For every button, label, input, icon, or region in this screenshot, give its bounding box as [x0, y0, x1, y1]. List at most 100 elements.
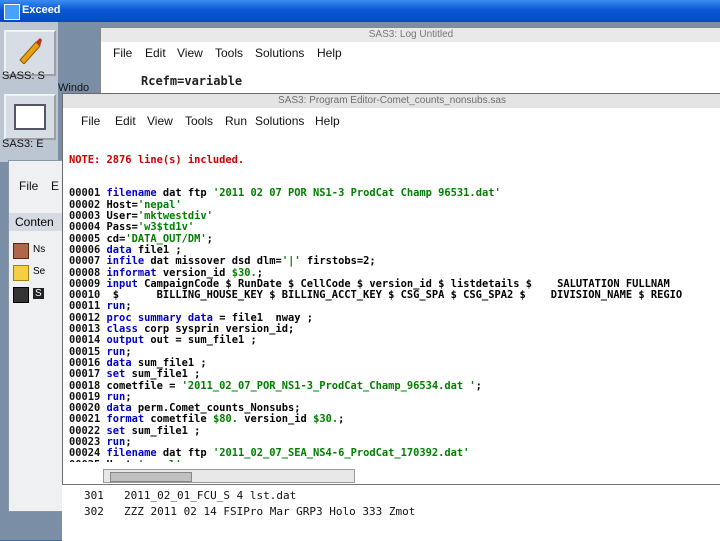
code-lines: 00001 filename dat ftp '2011 02 07 POR N… — [69, 188, 719, 462]
bottom-list-panel: 301 2011_02_01_FCU_S 4 lst.dat 302 ZZZ 2… — [62, 484, 720, 541]
line-number: 00015 — [69, 345, 101, 358]
line-number: 00019 — [69, 390, 101, 403]
code-text: run; — [106, 436, 132, 449]
line-number: 00022 — [69, 424, 101, 437]
line-number: 00006 — [69, 243, 101, 256]
app-title: Exceed — [22, 4, 61, 16]
line-number: 00018 — [69, 379, 101, 392]
sas-explorer-window[interactable]: File E Conten Ns Se S — [8, 160, 75, 512]
code-text: $ BILLING_HOUSE_KEY $ BILLING_ACCT_KEY $… — [106, 289, 683, 302]
code-line[interactable]: 00010 $ BILLING_HOUSE_KEY $ BILLING_ACCT… — [69, 290, 719, 301]
code-text: filename dat ftp '2011_02_07_SEA_NS4-6_P… — [106, 447, 470, 460]
log-menu-help[interactable]: Help — [317, 46, 342, 60]
code-text: Host='nepal' — [107, 459, 182, 462]
explorer-item-libraries[interactable]: Ns — [13, 241, 69, 261]
line-number: 00008 — [69, 266, 101, 279]
editor-menu-edit[interactable]: Edit — [115, 114, 136, 128]
note-line: NOTE: 2876 line(s) included. — [69, 153, 245, 166]
code-text: data file1 ; — [106, 243, 182, 256]
line-number: 00014 — [69, 334, 101, 347]
editor-menu-bar: File Edit View Tools Run Solutions Help — [63, 112, 720, 132]
editor-menu-view[interactable]: View — [147, 114, 173, 128]
line-number: 00003 — [69, 210, 101, 223]
line-number: 00007 — [69, 255, 101, 268]
log-menu-file[interactable]: File — [113, 46, 132, 60]
log-title-bar[interactable]: SAS3: Log Untitled — [101, 28, 720, 42]
code-text: run; — [106, 345, 132, 358]
code-line[interactable]: 00014 output out = sum_file1 ; — [69, 335, 719, 346]
code-text: set sum_file1 ; — [106, 424, 201, 437]
code-text: data sum_file1 ; — [106, 356, 207, 369]
line-number: 00017 — [69, 368, 101, 381]
log-menu-tools[interactable]: Tools — [215, 46, 243, 60]
sas-pen-icon — [16, 36, 44, 64]
launcher-label-1[interactable]: SASS: S — [2, 70, 45, 82]
log-menu-edit[interactable]: Edit — [145, 46, 166, 60]
code-text: data perm.Comet_counts_Nonsubs; — [106, 402, 301, 415]
explorer-menu-file[interactable]: File — [19, 179, 38, 193]
explorer-item-program[interactable]: S — [13, 285, 69, 305]
line-number: 00023 — [69, 436, 101, 449]
line-number: 00011 — [69, 300, 101, 313]
code-text: class corp sysprin version_id; — [106, 323, 295, 336]
code-text: run; — [106, 300, 132, 313]
editor-title-bar[interactable]: SAS3: Program Editor-Comet_counts_nonsub… — [63, 94, 720, 108]
list-row[interactable]: 301 2011_02_01_FCU_S 4 lst.dat — [62, 489, 720, 505]
launcher-label-2[interactable]: SAS3: E — [2, 138, 44, 150]
code-line[interactable]: 00025 Host='nepal' — [69, 459, 719, 462]
code-text: proc summary data = file1 nway ; — [106, 311, 314, 324]
log-menu-solutions[interactable]: Solutions — [255, 46, 304, 60]
code-text: run; — [106, 390, 132, 403]
line-number: 00010 — [69, 289, 101, 302]
editor-menu-tools[interactable]: Tools — [185, 114, 213, 128]
explorer-menu-edit[interactable]: E — [51, 179, 59, 193]
code-editor[interactable]: NOTE: 2876 line(s) included. 00001 filen… — [69, 132, 719, 462]
code-line[interactable]: 00018 cometfile = '2011_02_07_POR_NS1-3_… — [69, 379, 719, 392]
code-text: input CampaignCode $ RunDate $ CellCode … — [106, 277, 670, 290]
code-text: output out = sum_file1 ; — [106, 334, 257, 347]
line-number: 00016 — [69, 356, 101, 369]
line-number: 00009 — [69, 277, 101, 290]
library-icon — [13, 243, 29, 259]
code-text: cd='DATA_OUT/DM'; — [106, 232, 213, 245]
line-number: 00025 — [69, 459, 100, 462]
exceed-app-icon — [4, 4, 20, 20]
editor-menu-run[interactable]: Run — [225, 114, 247, 128]
log-menu-bar: File Edit View Tools Solutions Help — [101, 44, 720, 64]
line-number: 00012 — [69, 311, 101, 324]
line-number: 00021 — [69, 413, 101, 426]
code-text: User='mktwestdiv' — [106, 210, 213, 223]
log-content: Rcefm=variable — [141, 74, 243, 88]
code-text: filename dat ftp '2011 02 07 POR NS1-3 P… — [106, 187, 501, 200]
explorer-item-folder[interactable]: Se — [13, 263, 69, 283]
scrollbar-thumb[interactable] — [110, 472, 192, 482]
code-text: cometfile = '2011_02_07_POR_NS1-3_ProdCa… — [106, 379, 482, 392]
list-row[interactable]: 302 ZZZ 2011 02 14 FSIPro Mar GRP3 Holo … — [62, 505, 720, 521]
program-icon — [13, 287, 29, 303]
exceed-title-bar: Exceed — [0, 0, 720, 22]
line-number: 00001 — [69, 187, 101, 200]
code-line[interactable]: 00022 set sum_file1 ; — [69, 424, 719, 437]
line-number: 00005 — [69, 232, 101, 245]
editor-menu-file[interactable]: File — [81, 114, 100, 128]
launcher-button-editor[interactable] — [4, 94, 56, 140]
code-text: Pass='w3$td1v' — [106, 221, 195, 234]
code-text: format cometfile $80. version_id $30.; — [106, 413, 345, 426]
editor-menu-help[interactable]: Help — [315, 114, 340, 128]
line-number: 00002 — [69, 198, 101, 211]
code-text: Host='nepal' — [106, 198, 182, 211]
program-editor-window[interactable]: SAS3: Program Editor-Comet_counts_nonsub… — [62, 93, 720, 487]
code-text: set sum_file1 ; — [106, 368, 201, 381]
code-text: infile dat missover dsd dlm='|' firstobs… — [106, 255, 376, 268]
log-menu-view[interactable]: View — [177, 46, 203, 60]
folder-icon — [13, 265, 29, 281]
line-number: 00013 — [69, 323, 101, 336]
code-text: informat version_id $30.; — [106, 266, 263, 279]
line-number: 00004 — [69, 221, 101, 234]
line-number: 00024 — [69, 447, 101, 460]
horizontal-scrollbar[interactable] — [103, 469, 355, 483]
launcher-panel: SASS: S SAS3: E — [0, 22, 58, 162]
window-icon — [14, 104, 46, 130]
line-number: 00020 — [69, 402, 101, 415]
editor-menu-solutions[interactable]: Solutions — [255, 114, 304, 128]
